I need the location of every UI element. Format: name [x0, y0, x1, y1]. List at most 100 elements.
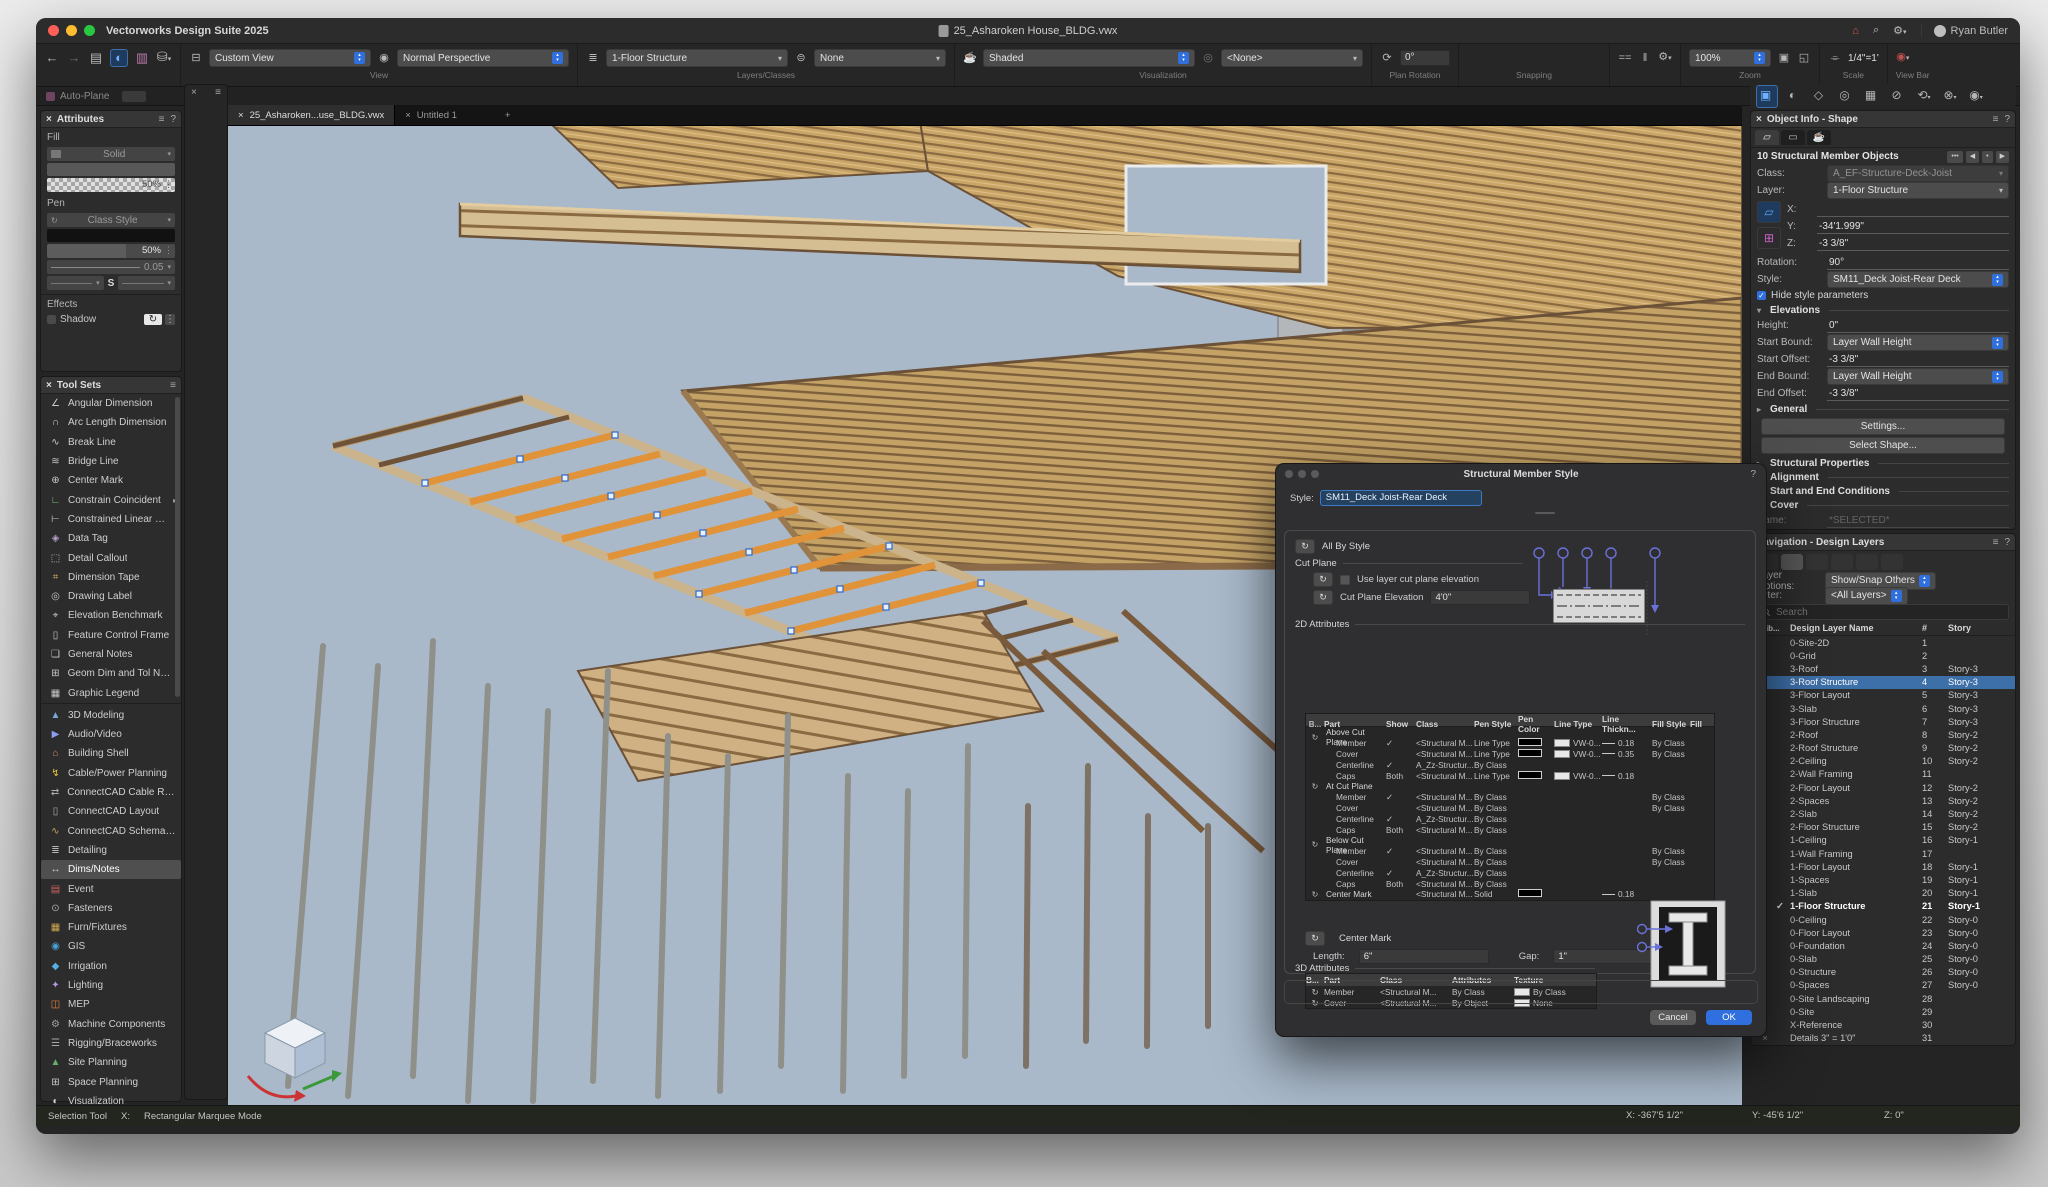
forward-button[interactable]: → — [66, 50, 82, 66]
saved-views-icon[interactable]: ⊟ — [189, 50, 203, 66]
palette-tool-icon[interactable] — [193, 636, 219, 662]
length-field[interactable]: 6" — [1359, 949, 1489, 964]
tool-item[interactable]: ▦ Graphic Legend — [41, 683, 181, 702]
fill-color-swatch[interactable] — [47, 163, 175, 176]
thickness-value[interactable]: 0.35 — [1618, 749, 1634, 759]
hide-style-checkbox[interactable]: ✓ — [1757, 291, 1766, 300]
by-style-toggle-icon[interactable]: ↻ — [1313, 572, 1333, 587]
prev-object-button[interactable]: ◀ — [1966, 151, 1979, 163]
class-value[interactable]: <Structural M... — [1416, 738, 1474, 748]
pen-style-value[interactable]: By Class — [1474, 814, 1518, 824]
tool-set-category[interactable]: ◉ GIS — [41, 937, 181, 956]
palette-tool-icon[interactable] — [193, 789, 219, 815]
tool-set-category[interactable]: ▯ ConnectCAD Layout — [41, 802, 181, 821]
working-plane-icon[interactable]: ▱ — [1757, 201, 1781, 223]
x-field[interactable] — [1817, 203, 2009, 217]
pen-color-swatch[interactable] — [1518, 749, 1542, 757]
palette-tool-icon[interactable] — [193, 457, 219, 483]
shadow-by-style-icon[interactable]: ↻ — [144, 314, 162, 325]
palette-tool-icon[interactable] — [193, 610, 219, 636]
attrs-2d-row[interactable]: Cover <Structural M... By Class By Class — [1306, 803, 1714, 814]
style-name-field[interactable]: SM11_Deck Joist-Rear Deck — [1320, 490, 1482, 506]
fill-style-value[interactable]: By Class — [1652, 792, 1690, 802]
palette-tool-icon[interactable] — [193, 661, 219, 687]
design-layer-row[interactable]: × 0-Foundation 24 Story-0 — [1751, 939, 2015, 952]
by-style-icon[interactable]: ↻ — [1306, 890, 1324, 899]
design-layer-row[interactable]: × 3-Roof Structure 4 Story-3 — [1751, 676, 2015, 689]
kebab-icon[interactable]: ⋮ — [165, 314, 175, 325]
render-mode-icon[interactable]: ⟲▾ — [1914, 86, 1934, 107]
design-layer-row[interactable]: × 2-Floor Layout 12 Story-2 — [1751, 781, 2015, 794]
class-dropdown[interactable]: A_EF-Structure-Deck-Joist▾ — [1827, 165, 2009, 182]
fill-style-value[interactable]: By Class — [1652, 803, 1690, 813]
line-weight-dropdown[interactable]: 0.05▾ — [47, 260, 175, 274]
show-value[interactable]: ✓ — [1386, 814, 1416, 824]
tool-set-category[interactable]: ▶ Audio/Video — [41, 725, 181, 744]
close-icon[interactable]: × — [1756, 114, 1762, 125]
palette-tool-icon[interactable] — [193, 712, 219, 738]
design-layer-row[interactable]: × 2-Spaces 13 Story-2 — [1751, 794, 2015, 807]
general-section[interactable]: General — [1770, 404, 1807, 415]
attrs-2d-row[interactable]: Centerline ✓ A_Zz-Structur... By Class — [1306, 759, 1714, 770]
by-style-toggle-icon[interactable]: ↻ — [1313, 590, 1333, 605]
next-object-button[interactable]: ▶ — [1996, 151, 2009, 163]
palette-tool-icon[interactable] — [193, 814, 219, 840]
palette-tool-icon[interactable] — [193, 738, 219, 764]
palette-tool-icon[interactable] — [193, 865, 219, 891]
palette-tool-icon[interactable] — [193, 177, 219, 203]
menu-icon[interactable]: ≡ — [170, 380, 176, 391]
tool-set-category[interactable]: ⚙ Machine Components — [41, 1015, 181, 1034]
thickness-value[interactable]: 0.18 — [1618, 771, 1634, 781]
rotation-field[interactable]: 90° — [1827, 256, 2009, 270]
tool-set-category[interactable]: ◆ Irrigation — [41, 957, 181, 976]
pen-style-dropdown[interactable]: ↻Class Style▾ — [47, 213, 175, 227]
tab-data[interactable]: ▭ — [1781, 130, 1805, 145]
pen-style-value[interactable]: Line Type — [1474, 738, 1518, 748]
design-layer-row[interactable]: × 2-Roof 8 Story-2 — [1751, 728, 2015, 741]
navigation-tab-icon[interactable] — [1881, 554, 1903, 570]
all-by-style-icon[interactable]: ↻ — [1295, 539, 1315, 554]
palette-tool-icon[interactable] — [193, 432, 219, 458]
class-value[interactable]: <Structural M... — [1416, 749, 1474, 759]
render-mode-icon[interactable]: ▣▾ — [1756, 85, 1778, 108]
thickness-value[interactable]: 0.18 — [1618, 738, 1634, 748]
scale-ruler-icon[interactable]: ⌯ — [1828, 50, 1842, 66]
fill-opacity-slider[interactable]: 50% ⋮ — [47, 178, 175, 192]
search-icon[interactable]: ⌕ — [1873, 24, 1879, 37]
ok-button[interactable]: OK — [1706, 1010, 1752, 1025]
auto-plane-toggle[interactable]: Auto-Plane — [36, 91, 188, 102]
show-value[interactable]: ✓ — [1386, 868, 1416, 878]
design-layer-row[interactable]: × 0-Slab 25 Story-0 — [1751, 953, 2015, 966]
tool-item[interactable]: ∿ Break Line — [41, 433, 181, 452]
pen-style-value[interactable]: By Class — [1474, 803, 1518, 813]
palette-tool-icon[interactable] — [193, 840, 219, 866]
palette-tool-icon[interactable] — [193, 151, 219, 177]
tool-item[interactable]: ∩ Arc Length Dimension — [41, 413, 181, 432]
tool-set-category[interactable]: ⇄ ConnectCAD Cable Route — [41, 783, 181, 802]
show-value[interactable]: Both — [1386, 771, 1416, 781]
tool-set-category[interactable]: ⊙ Fasteners — [41, 899, 181, 918]
fill-style-dropdown[interactable]: Solid▾ — [47, 147, 175, 161]
tool-set-category[interactable]: ∿ ConnectCAD Schematics — [41, 822, 181, 841]
tool-item[interactable]: ⊢ Constrained Linear Di... — [41, 510, 181, 529]
tool-item[interactable]: ◎ Drawing Label — [41, 587, 181, 606]
tool-item[interactable]: ≋ Bridge Line — [41, 452, 181, 471]
attrs-2d-row[interactable]: Member ✓ <Structural M... Line Type VW-0… — [1306, 738, 1714, 749]
design-layer-row[interactable]: × 0-Structure 26 Story-0 — [1751, 966, 2015, 979]
chevron-right-icon[interactable]: ▸ — [1757, 405, 1765, 414]
active-class-dropdown[interactable]: None▾ — [814, 49, 946, 67]
tool-set-category[interactable]: ▦ Furn/Fixtures — [41, 918, 181, 937]
camera-dropdown[interactable]: <None>▾ — [1221, 49, 1363, 67]
line-endpoint-icon[interactable]: S — [108, 278, 115, 289]
class-value[interactable]: <Structural M... — [1416, 771, 1474, 781]
render-mode-icon[interactable]: ☕ — [963, 50, 977, 66]
class-value[interactable]: <Structural M... — [1416, 889, 1474, 899]
design-layer-row[interactable]: × 0-Site Landscaping 28 — [1751, 992, 2015, 1005]
design-layer-row[interactable]: × 1-Wall Framing 17 — [1751, 847, 2015, 860]
pen-style-value[interactable]: Solid — [1474, 889, 1518, 899]
data-bar-icon[interactable]: ▥ — [134, 50, 150, 66]
show-value[interactable]: ✓ — [1386, 760, 1416, 770]
navigation-tab-icon[interactable] — [1806, 554, 1828, 570]
menu-icon[interactable]: ≡ — [215, 87, 221, 98]
palette-tool-icon[interactable] — [193, 330, 219, 356]
